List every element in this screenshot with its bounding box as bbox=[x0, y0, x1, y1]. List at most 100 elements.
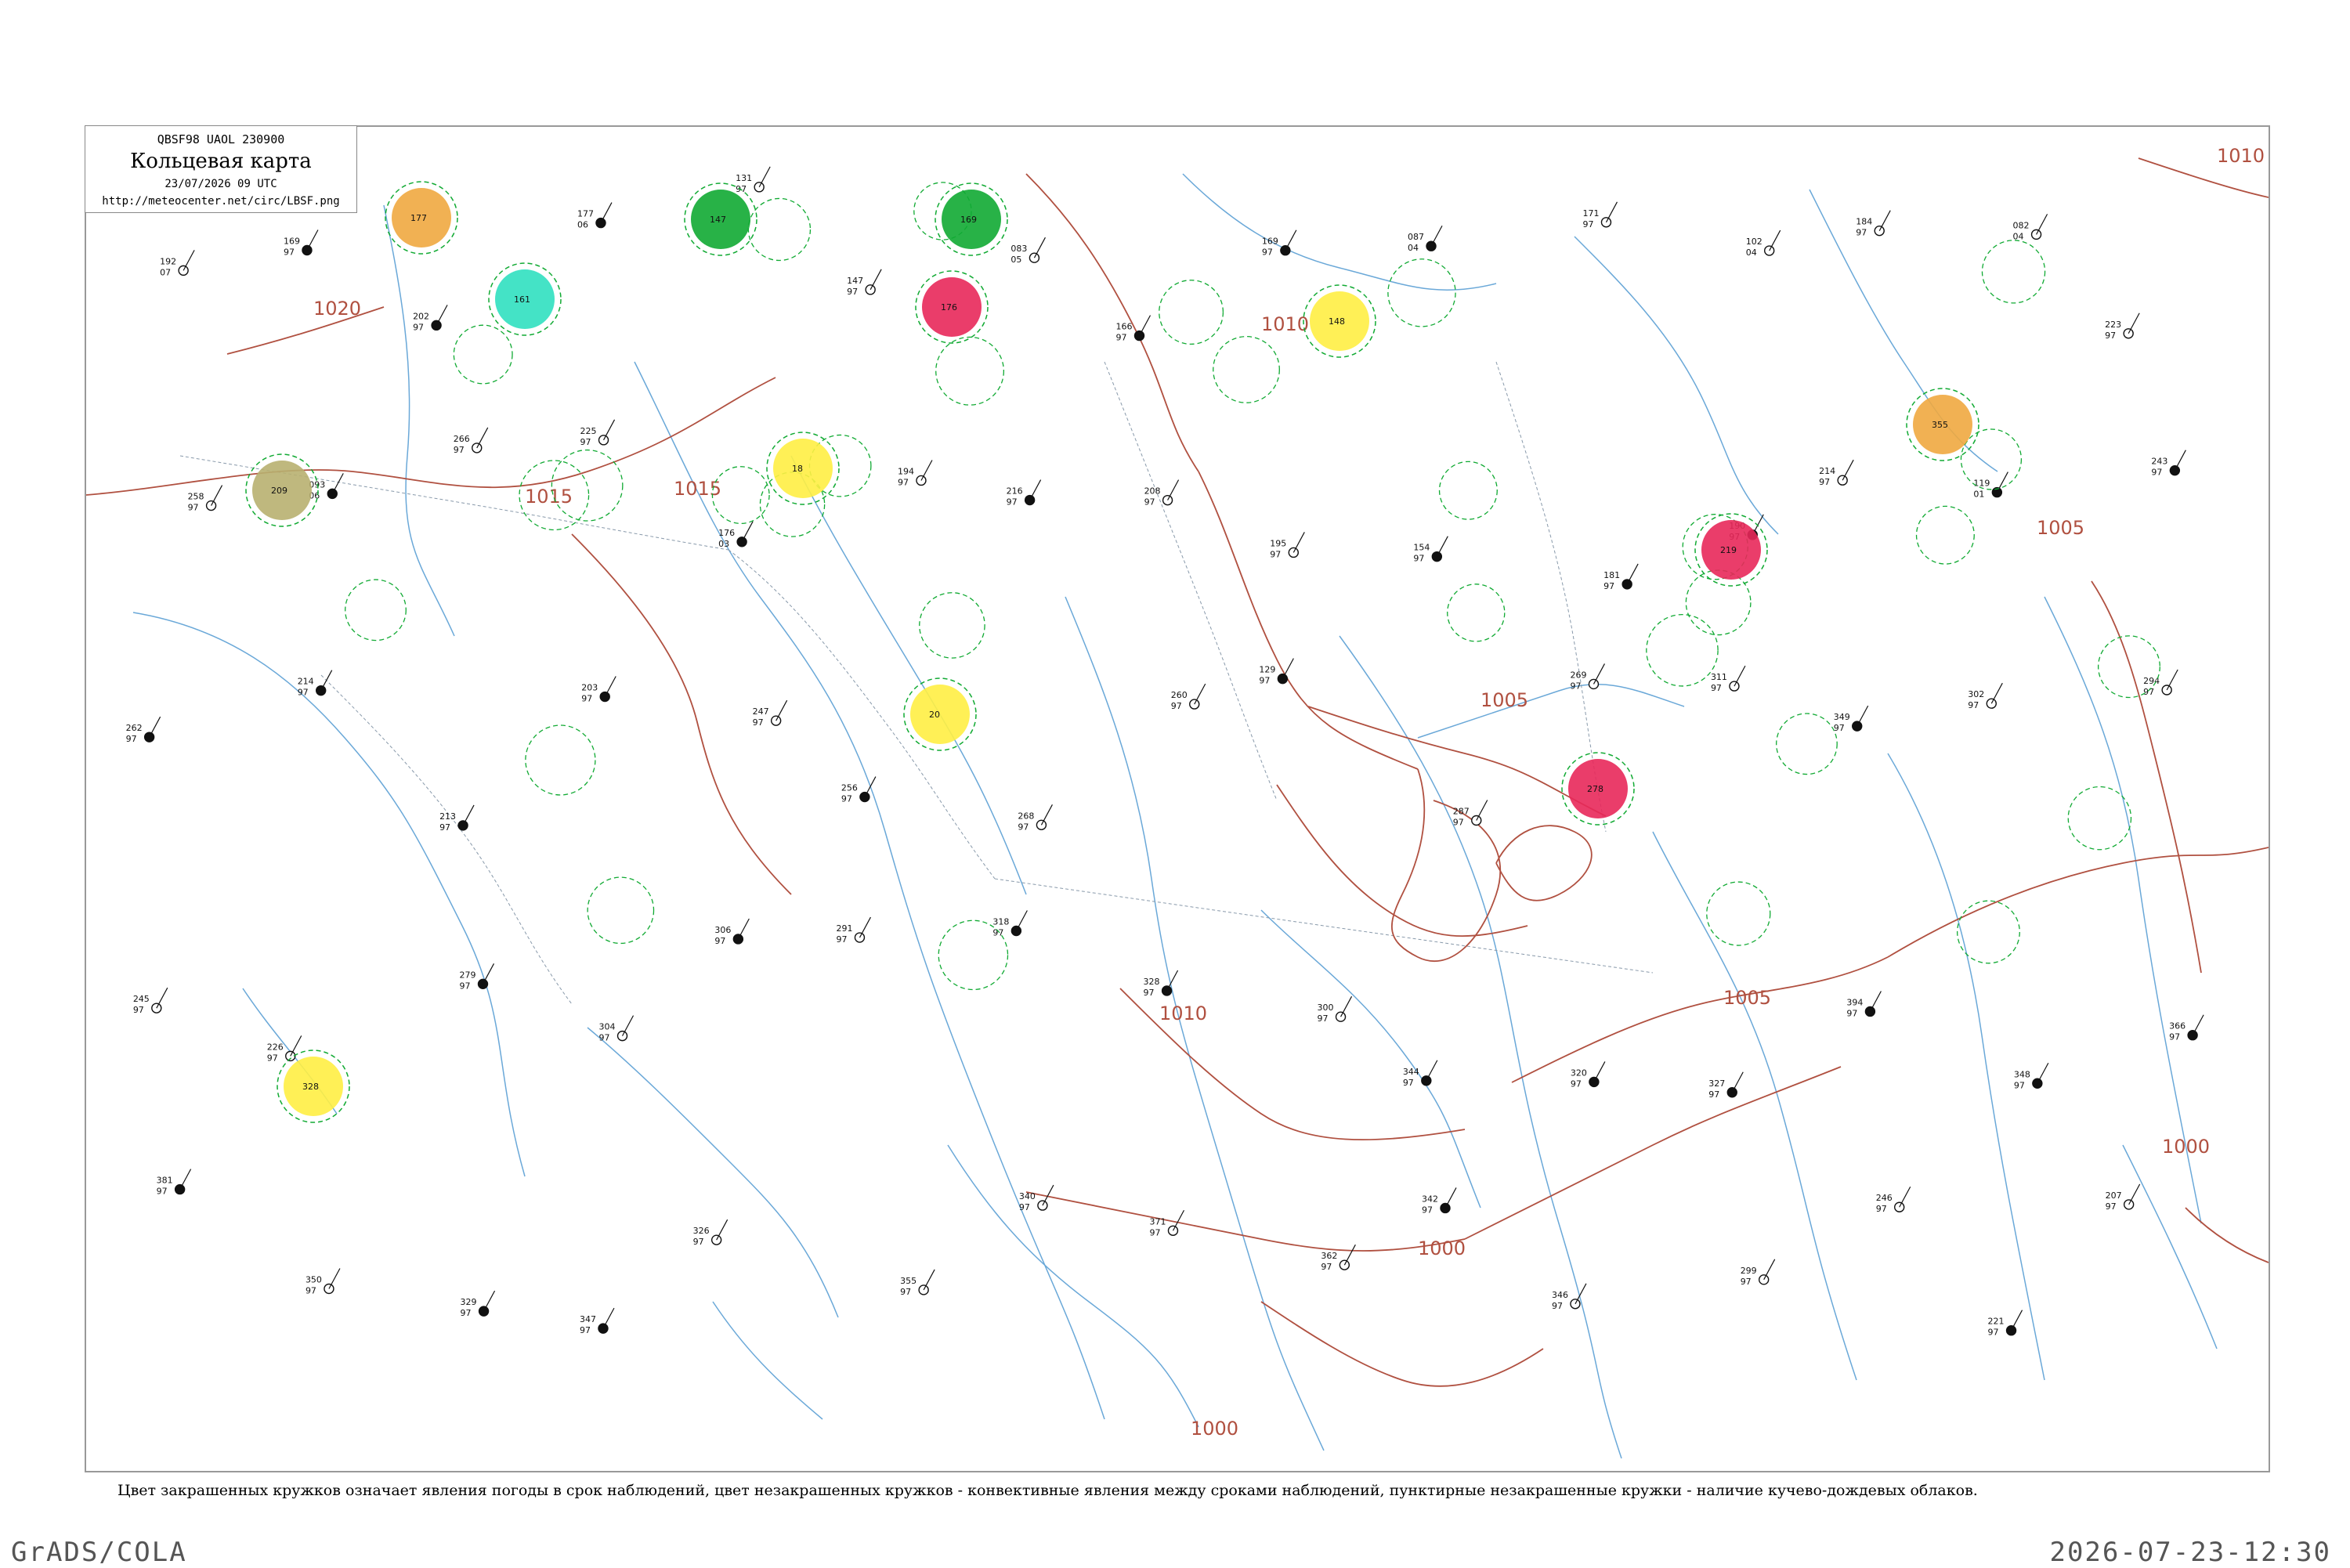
station-plot[interactable]: 26897 bbox=[1018, 804, 1053, 832]
station-plot[interactable]: 32697 bbox=[693, 1219, 728, 1247]
station-plot[interactable]: 31197 bbox=[1711, 665, 1746, 693]
station-plot[interactable]: 26697 bbox=[454, 427, 489, 455]
map-canvas[interactable]: 1010 1015 1020 1015 1010 1005 1005 1010 1005 1000… bbox=[86, 127, 2269, 1471]
station-plot[interactable]: 34097 bbox=[1019, 1184, 1054, 1212]
station-plot[interactable]: 24697 bbox=[1876, 1186, 1911, 1214]
station-plot[interactable]: 22197 bbox=[1988, 1310, 2023, 1338]
station-plot[interactable]: 19207 bbox=[160, 250, 195, 277]
weather-circle-fog[interactable]: 18 bbox=[766, 432, 840, 505]
station-plot[interactable]: 32797 bbox=[1708, 1071, 1744, 1100]
station-plot[interactable]: 34897 bbox=[2014, 1062, 2049, 1090]
station-code: 97 bbox=[1171, 701, 1182, 711]
weather-circle-thunder[interactable]: 278 bbox=[1561, 752, 1635, 826]
station-plot[interactable]: 19497 bbox=[898, 460, 933, 487]
cb-ring bbox=[1981, 240, 2046, 304]
wind-barb bbox=[1996, 471, 2008, 493]
station-plot[interactable]: 18497 bbox=[1856, 210, 1891, 238]
station-plot[interactable]: 20297 bbox=[413, 305, 448, 332]
station-plot[interactable]: 11901 bbox=[1973, 471, 2008, 500]
weather-circle-dust[interactable]: 209 bbox=[245, 453, 319, 527]
wind-barb bbox=[600, 202, 613, 223]
weather-circle-rain[interactable]: 169 bbox=[935, 182, 1008, 256]
station-code: 97 bbox=[599, 1033, 610, 1043]
wind-barb bbox=[1430, 225, 1443, 247]
station-plot[interactable]: 08704 bbox=[1408, 225, 1443, 253]
station-plot[interactable]: 20397 bbox=[581, 676, 616, 704]
station-plot[interactable]: 17706 bbox=[577, 202, 613, 230]
station-code: 97 bbox=[2105, 331, 2116, 341]
station-code: 97 bbox=[1149, 1227, 1160, 1237]
weather-circle-label: 278 bbox=[1587, 784, 1603, 794]
station-plot[interactable]: 26097 bbox=[1171, 683, 1206, 711]
map-url[interactable]: http://meteocenter.net/circ/LBSF.png bbox=[85, 195, 356, 208]
station-plot[interactable]: 18197 bbox=[1603, 563, 1639, 591]
station-plot[interactable]: 28797 bbox=[1453, 800, 1488, 828]
weather-circle-thunder[interactable]: 219 bbox=[1694, 513, 1768, 587]
station-plot[interactable]: 37197 bbox=[1149, 1209, 1185, 1237]
station-plot[interactable]: 34697 bbox=[1552, 1283, 1587, 1311]
station-plot[interactable]: 34297 bbox=[1422, 1187, 1457, 1215]
station-plot[interactable]: 24797 bbox=[753, 699, 788, 728]
station-plot[interactable]: 10204 bbox=[1746, 229, 1781, 258]
station-plot[interactable]: 30497 bbox=[599, 1015, 634, 1043]
station-plot[interactable]: 17603 bbox=[718, 521, 754, 549]
station-plot[interactable]: 16997 bbox=[1262, 229, 1297, 258]
station-plot[interactable]: 38197 bbox=[157, 1169, 192, 1197]
station-plot[interactable]: 08204 bbox=[2013, 214, 2048, 241]
weather-circle-fog[interactable]: 20 bbox=[903, 677, 977, 751]
weather-circle-snow_like[interactable]: 161 bbox=[488, 262, 562, 336]
station-plot[interactable]: 16697 bbox=[1116, 315, 1152, 343]
station-plot[interactable]: 32097 bbox=[1571, 1061, 1606, 1089]
station-plot[interactable]: 29997 bbox=[1741, 1259, 1776, 1287]
weather-circle-haze[interactable]: 355 bbox=[1906, 388, 1979, 461]
station-marker bbox=[2030, 229, 2042, 240]
station-plot[interactable]: 22397 bbox=[2105, 313, 2140, 341]
station-plot[interactable]: 34497 bbox=[1403, 1060, 1438, 1088]
station-pressure: 082 bbox=[2013, 220, 2030, 230]
station-plot[interactable]: 19597 bbox=[1270, 532, 1305, 559]
station-code: 03 bbox=[718, 539, 729, 549]
station-plot[interactable]: 29197 bbox=[836, 916, 871, 945]
station-plot[interactable]: 26997 bbox=[1570, 663, 1605, 691]
cb-ring bbox=[919, 592, 985, 659]
weather-circle-fog[interactable]: 328 bbox=[277, 1050, 350, 1123]
station-plot[interactable]: 21697 bbox=[1007, 479, 1042, 508]
station-plot[interactable]: 15497 bbox=[1413, 536, 1448, 564]
station-plot[interactable]: 31897 bbox=[992, 910, 1028, 938]
station-plot[interactable]: 21497 bbox=[1819, 459, 1854, 487]
station-plot[interactable]: 16997 bbox=[284, 229, 319, 258]
station-code: 97 bbox=[900, 1287, 911, 1297]
station-plot[interactable]: 08305 bbox=[1010, 237, 1046, 265]
weather-circle-fog[interactable]: 148 bbox=[1303, 284, 1376, 358]
station-plot[interactable]: 39497 bbox=[1846, 991, 1882, 1018]
station-plot[interactable]: 35597 bbox=[900, 1269, 935, 1297]
station-plot[interactable]: 20797 bbox=[2106, 1183, 2141, 1212]
station-plot[interactable]: 30297 bbox=[1968, 682, 2003, 710]
station-plot[interactable]: 20897 bbox=[1144, 479, 1180, 508]
station-plot[interactable]: 25697 bbox=[841, 776, 877, 804]
isobar-label: 1005 bbox=[1723, 987, 1771, 1009]
station-plot[interactable]: 09306 bbox=[309, 473, 344, 500]
weather-circle-thunder[interactable]: 176 bbox=[915, 270, 989, 344]
station-plot[interactable]: 35097 bbox=[306, 1268, 341, 1296]
station-code: 97 bbox=[581, 694, 592, 704]
station-plot[interactable]: 32997 bbox=[461, 1290, 496, 1318]
station-plot[interactable]: 22597 bbox=[580, 419, 616, 447]
station-plot[interactable]: 34797 bbox=[580, 1307, 615, 1335]
station-plot[interactable]: 26297 bbox=[126, 716, 161, 744]
station-plot[interactable]: 30697 bbox=[714, 918, 750, 946]
station-plot[interactable]: 24597 bbox=[133, 987, 168, 1015]
station-plot[interactable]: 30097 bbox=[1318, 995, 1353, 1024]
weather-circle-rain[interactable]: 147 bbox=[684, 182, 757, 256]
weather-circle-haze[interactable]: 177 bbox=[385, 181, 458, 255]
station-plot[interactable]: 36697 bbox=[2169, 1014, 2204, 1042]
station-plot[interactable]: 29497 bbox=[2143, 669, 2178, 697]
weather-circle-label: 147 bbox=[710, 215, 726, 225]
station-plot[interactable]: 21497 bbox=[298, 670, 333, 698]
station-plot[interactable]: 25897 bbox=[188, 485, 223, 513]
station-plot[interactable]: 27997 bbox=[459, 963, 495, 991]
station-plot[interactable]: 24397 bbox=[2151, 450, 2186, 478]
station-plot[interactable]: 17197 bbox=[1582, 201, 1618, 229]
station-plot[interactable]: 14797 bbox=[847, 269, 882, 297]
station-plot[interactable]: 34997 bbox=[1834, 705, 1869, 733]
